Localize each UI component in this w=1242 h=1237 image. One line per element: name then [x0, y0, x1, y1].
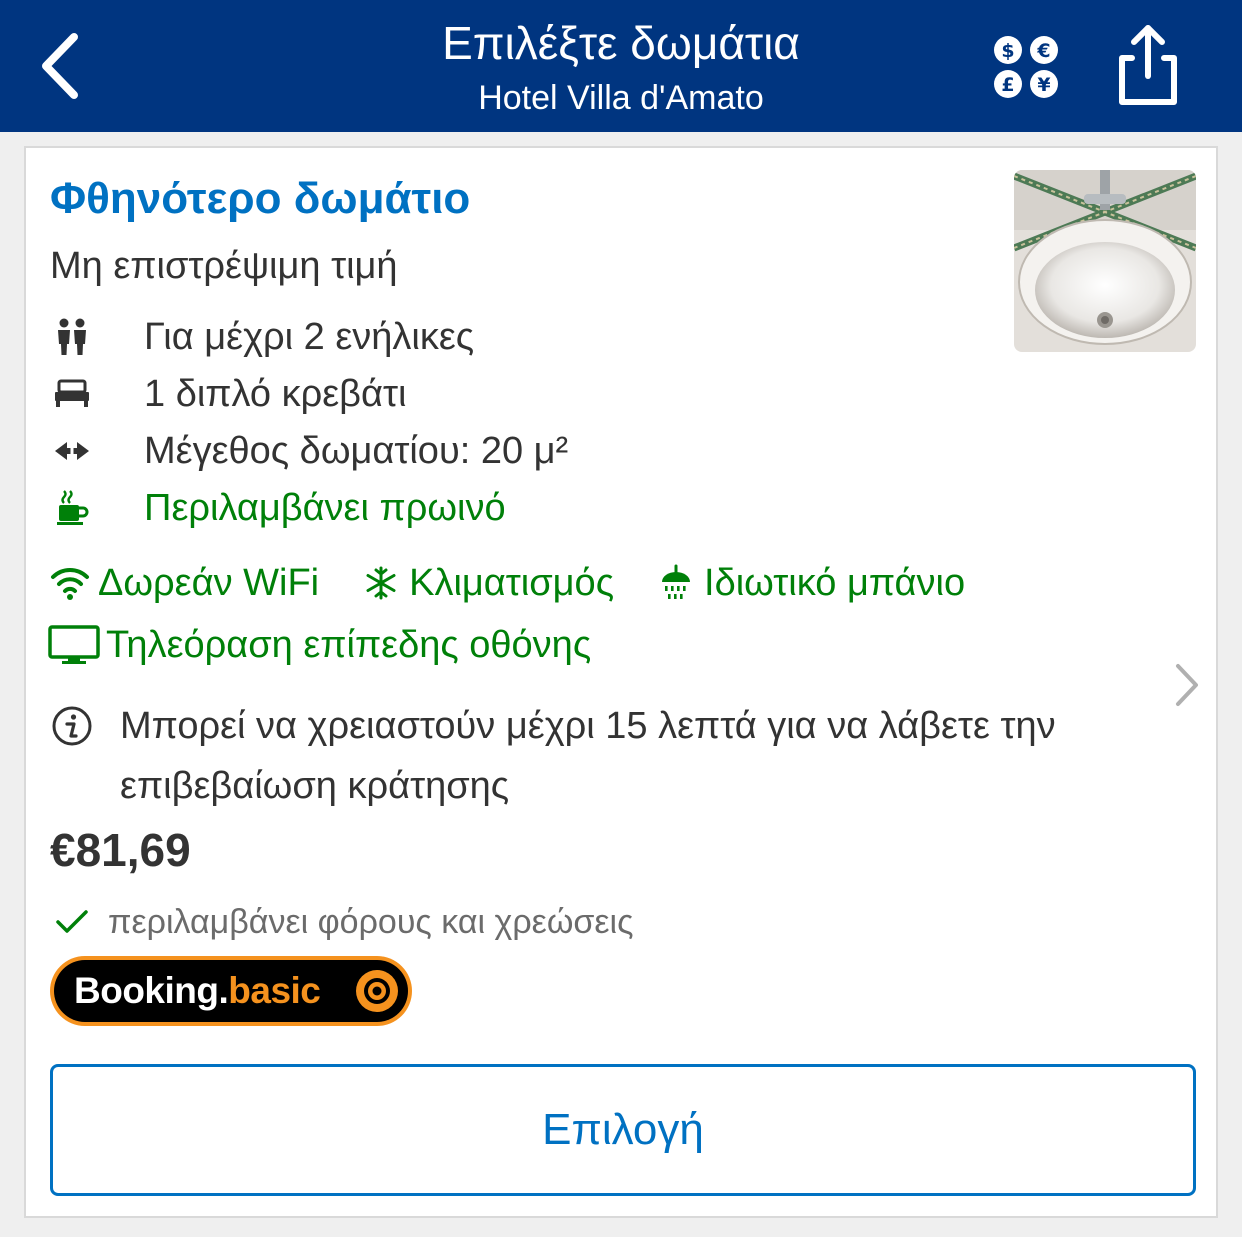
currency-button[interactable]: $ € £ ¥	[990, 32, 1064, 102]
guests-icon	[50, 317, 94, 357]
svg-text:€: €	[1036, 40, 1050, 62]
tax-note: περιλαμβάνει φόρους και χρεώσεις	[50, 898, 633, 946]
fact-bed: 1 διπλό κρεβάτι	[50, 365, 950, 422]
amenity-text: Τηλεόραση επίπεδης οθόνης	[106, 624, 592, 666]
svg-text:$: $	[1001, 40, 1014, 62]
amenities: Δωρεάν WiFi Κλιματισμός Ιδιωτικό μπάνιο …	[48, 552, 1108, 676]
wifi-icon	[48, 563, 92, 603]
tv-icon	[48, 625, 100, 665]
back-button[interactable]	[28, 26, 92, 106]
select-button[interactable]: Επιλογή	[50, 1064, 1196, 1196]
top-bar: Επιλέξτε δωμάτια Hotel Villa d'Amato $ €…	[0, 0, 1242, 132]
confirmation-info-text: Μπορεί να χρειαστούν μέχρι 15 λεπτά για …	[120, 705, 1056, 807]
fact-guests: Για μέχρι 2 ενήλικες	[50, 308, 950, 365]
amenity-text: Ιδιωτικό μπάνιο	[704, 562, 966, 604]
currency-icon: $ € £ ¥	[994, 36, 1058, 98]
room-size-icon	[50, 431, 94, 471]
fact-room-size: Μέγεθος δωματίου: 20 μ²	[50, 422, 950, 479]
fact-text: Περιλαμβάνει πρωινό	[144, 486, 506, 529]
page-title: Επιλέξτε δωμάτια	[442, 17, 800, 69]
chevron-right-icon[interactable]	[1166, 660, 1206, 710]
room-title[interactable]: Φθηνότερο δωμάτιο	[50, 170, 470, 228]
price: €81,69	[50, 824, 191, 876]
badge-label: Booking.basic	[74, 970, 321, 1011]
info-icon	[52, 706, 92, 746]
rate-type: Μη επιστρέψιμη τιμή	[50, 245, 398, 287]
fact-text: 1 διπλό κρεβάτι	[144, 372, 407, 415]
amenity-text: Δωρεάν WiFi	[98, 562, 320, 604]
amenity-private-bathroom: Ιδιωτικό μπάνιο	[654, 557, 965, 609]
fact-breakfast: Περιλαμβάνει πρωινό	[50, 479, 950, 536]
coffee-icon	[50, 488, 94, 528]
snowflake-icon	[359, 563, 403, 603]
svg-text:£: £	[1001, 74, 1014, 96]
share-button[interactable]	[1110, 20, 1186, 110]
tax-note-text: περιλαμβάνει φόρους και χρεώσεις	[108, 903, 634, 941]
room-facts: Για μέχρι 2 ενήλικες 1 διπλό κρεβάτι Μέγ…	[50, 308, 950, 536]
checkmark-icon	[50, 902, 94, 942]
amenity-flat-screen-tv: Τηλεόραση επίπεδης οθόνης	[48, 619, 591, 671]
svg-text:¥: ¥	[1037, 74, 1050, 96]
shower-icon	[654, 563, 698, 603]
chevron-left-icon	[42, 33, 78, 99]
target-icon	[356, 970, 398, 1012]
fact-text: Μέγεθος δωματίου: 20 μ²	[144, 429, 569, 472]
amenity-text: Κλιματισμός	[409, 562, 615, 604]
amenity-wifi: Δωρεάν WiFi	[48, 557, 319, 609]
amenity-air-conditioning: Κλιματισμός	[359, 557, 614, 609]
hotel-name: Hotel Villa d'Amato	[478, 79, 764, 117]
booking-basic-badge: Booking.basic	[50, 956, 412, 1026]
room-card[interactable]: Φθηνότερο δωμάτιο Μη επιστρέψιμη τιμή Γι…	[24, 146, 1218, 1218]
room-photo[interactable]	[1014, 170, 1196, 352]
bed-icon	[50, 374, 94, 414]
share-icon	[1119, 25, 1177, 105]
fact-text: Για μέχρι 2 ενήλικες	[144, 315, 475, 358]
